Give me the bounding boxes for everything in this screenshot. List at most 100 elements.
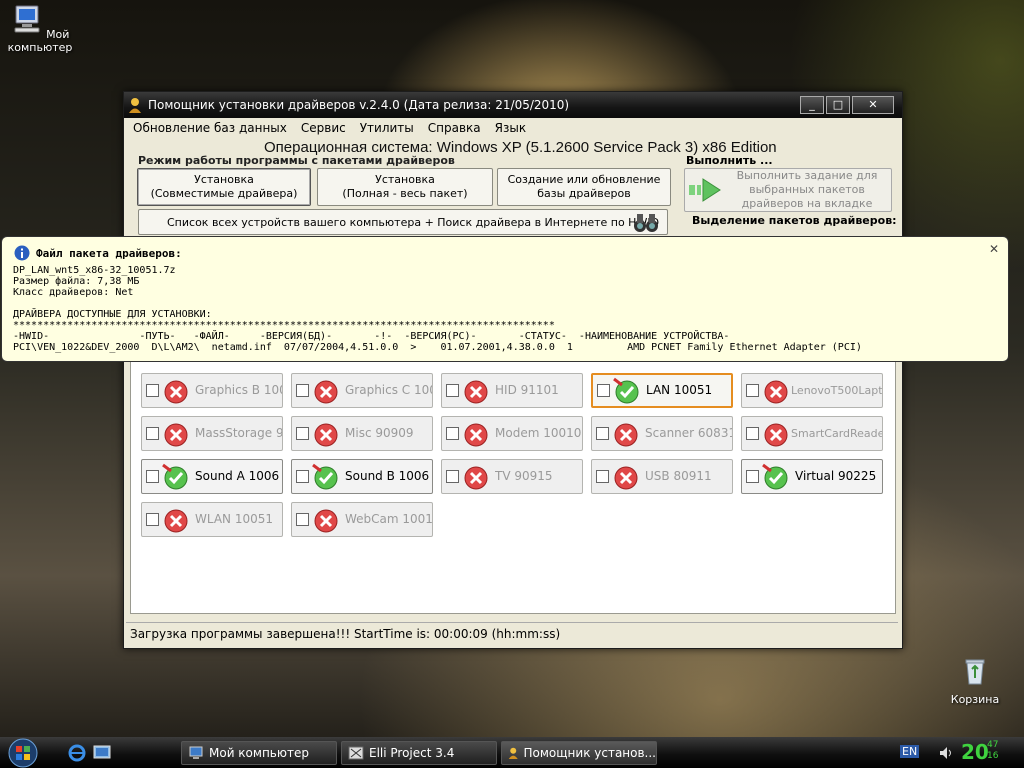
- error-icon: [464, 380, 488, 403]
- check-icon: [162, 463, 188, 489]
- driver-package-tile[interactable]: Graphics C 1005: [291, 373, 433, 408]
- driver-package-tile[interactable]: WebCam 100104: [291, 502, 433, 537]
- package-checkbox[interactable]: [146, 513, 159, 526]
- package-label: TV 90915: [495, 470, 553, 483]
- driver-packages-panel: Graphics B 1005 Graphics C 1005 HID 91101 L…: [130, 360, 896, 614]
- desktop-icon-my-computer[interactable]: Мой компьютер: [0, 3, 80, 54]
- taskbar-item-driver-helper[interactable]: Помощник установ...: [501, 741, 657, 765]
- package-checkbox[interactable]: [746, 427, 759, 440]
- taskbar-item-my-computer[interactable]: Мой компьютер: [181, 741, 337, 765]
- package-checkbox[interactable]: [296, 513, 309, 526]
- package-label: LenovoT500Laptop 090818: [791, 384, 882, 397]
- package-label: LAN 10051: [646, 384, 713, 397]
- driver-package-tile[interactable]: Misc 90909: [291, 416, 433, 451]
- volume-icon[interactable]: [938, 745, 954, 761]
- driver-package-tile[interactable]: Sound B 1006: [291, 459, 433, 494]
- package-checkbox[interactable]: [146, 470, 159, 483]
- menu-item-database-update[interactable]: Обновление баз данных: [133, 121, 287, 135]
- error-icon: [764, 423, 788, 446]
- package-checkbox[interactable]: [296, 470, 309, 483]
- taskbar-item-elli-project[interactable]: Elli Project 3.4: [341, 741, 497, 765]
- package-checkbox[interactable]: [146, 427, 159, 440]
- window-app-icon: [348, 746, 364, 760]
- driver-package-tile[interactable]: Sound A 1006: [141, 459, 283, 494]
- maximize-button[interactable]: □: [826, 96, 850, 114]
- error-icon: [464, 423, 488, 446]
- clock-seconds: 16: [987, 751, 999, 761]
- menu-item-language[interactable]: Язык: [495, 121, 526, 135]
- selection-group-title: Выделение пакетов драйверов:: [692, 214, 897, 227]
- error-icon: [164, 509, 188, 532]
- recycle-bin-icon: [965, 659, 985, 685]
- driver-package-tile[interactable]: HID 91101: [441, 373, 583, 408]
- check-icon: [613, 377, 639, 403]
- package-checkbox[interactable]: [146, 384, 159, 397]
- menu-item-service[interactable]: Сервис: [301, 121, 346, 135]
- driver-package-tile[interactable]: MassStorage 901: [141, 416, 283, 451]
- package-checkbox[interactable]: [746, 384, 759, 397]
- clock-minutes: 47: [987, 740, 999, 750]
- internet-explorer-icon[interactable]: [68, 744, 86, 762]
- package-label: Sound A 1006: [195, 470, 280, 483]
- error-icon: [614, 466, 638, 489]
- language-indicator[interactable]: EN: [900, 745, 920, 758]
- binoculars-icon: [634, 214, 658, 232]
- driver-package-tile[interactable]: Graphics B 1005: [141, 373, 283, 408]
- package-checkbox[interactable]: [446, 384, 459, 397]
- package-label: USB 80911: [645, 470, 712, 483]
- app-user-icon: [508, 747, 518, 759]
- button-line: Установка: [194, 173, 254, 186]
- close-button[interactable]: ✕: [852, 96, 894, 114]
- package-checkbox[interactable]: [597, 384, 610, 397]
- package-label: HID 91101: [495, 384, 559, 397]
- package-checkbox[interactable]: [746, 470, 759, 483]
- package-checkbox[interactable]: [296, 427, 309, 440]
- tooltip-body: DP_LAN_wnt5_x86-32_10051.7z Размер файла…: [13, 265, 862, 353]
- error-icon: [314, 380, 338, 403]
- driver-package-tile[interactable]: LAN 10051: [591, 373, 733, 408]
- driver-package-tile[interactable]: Modem 100101: [441, 416, 583, 451]
- driver-package-tile[interactable]: Virtual 90225: [741, 459, 883, 494]
- package-label: MassStorage 901: [195, 427, 282, 440]
- info-icon: [14, 245, 30, 261]
- driver-package-tile[interactable]: Scanner 60831: [591, 416, 733, 451]
- package-checkbox[interactable]: [446, 427, 459, 440]
- mode-install-full-button[interactable]: Установка (Полная - весь пакет): [317, 168, 493, 206]
- package-checkbox[interactable]: [446, 470, 459, 483]
- window-title: Помощник установки драйверов v.2.4.0 (Да…: [148, 98, 570, 112]
- package-checkbox[interactable]: [296, 384, 309, 397]
- driver-package-tile[interactable]: TV 90915: [441, 459, 583, 494]
- driver-package-tile[interactable]: WLAN 10051: [141, 502, 283, 537]
- mode-install-compatible-button[interactable]: Установка (Совместимые драйвера): [137, 168, 311, 206]
- menu-item-utilities[interactable]: Утилиты: [360, 121, 414, 135]
- minimize-button[interactable]: _: [800, 96, 824, 114]
- error-icon: [314, 509, 338, 532]
- device-list-button[interactable]: Список всех устройств вашего компьютера …: [138, 209, 668, 235]
- driver-info-tooltip: Файл пакета драйверов: ✕ DP_LAN_wnt5_x86…: [1, 236, 1009, 362]
- package-checkbox[interactable]: [596, 470, 609, 483]
- tooltip-header: Файл пакета драйверов:: [14, 245, 182, 261]
- start-button[interactable]: [0, 737, 46, 768]
- show-desktop-icon[interactable]: [93, 744, 111, 762]
- error-icon: [764, 380, 788, 403]
- main-window: Помощник установки драйверов v.2.4.0 (Да…: [123, 91, 903, 649]
- package-label: SmartCardReader 80228: [791, 427, 882, 440]
- title-bar[interactable]: Помощник установки драйверов v.2.4.0 (Да…: [124, 92, 902, 118]
- package-label: Virtual 90225: [795, 470, 877, 483]
- tooltip-title: Файл пакета драйверов:: [36, 246, 182, 260]
- execute-task-button[interactable]: Выполнить задание для выбранных пакетов …: [684, 168, 892, 212]
- driver-package-tile[interactable]: LenovoT500Laptop 090818: [741, 373, 883, 408]
- button-line: Установка: [375, 173, 435, 186]
- mode-create-database-button[interactable]: Создание или обновление базы драйверов: [497, 168, 671, 206]
- tooltip-close-icon[interactable]: ✕: [986, 241, 1002, 257]
- device-list-label: Список всех устройств вашего компьютера …: [167, 215, 660, 229]
- menu-item-help[interactable]: Справка: [428, 121, 481, 135]
- error-icon: [464, 466, 488, 489]
- status-bar: Загрузка программы завершена!!! StartTim…: [126, 622, 898, 644]
- package-label: Misc 90909: [345, 427, 414, 440]
- driver-package-tile[interactable]: USB 80911: [591, 459, 733, 494]
- clock-hour: 20: [961, 740, 989, 764]
- driver-package-tile[interactable]: SmartCardReader 80228: [741, 416, 883, 451]
- desktop-icon-recycle-bin[interactable]: Корзина: [935, 655, 1015, 706]
- package-checkbox[interactable]: [596, 427, 609, 440]
